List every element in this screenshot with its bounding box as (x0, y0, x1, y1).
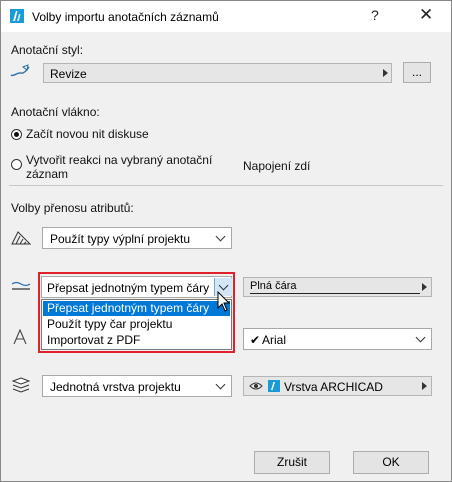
solid-line-preview (250, 293, 420, 294)
reply-thread-label-line2[interactable]: záznam (26, 167, 68, 181)
chevron-down-icon (218, 280, 229, 291)
play-arrow-icon (383, 69, 388, 77)
new-thread-label[interactable]: Začít novou nit diskuse (26, 127, 149, 141)
archicad-app-icon (10, 9, 24, 23)
title-bar: Volby importu anotačních záznamů ? ✕ (1, 1, 451, 32)
window-title: Volby importu anotačních záznamů (32, 10, 219, 24)
help-button[interactable]: ? (371, 7, 379, 23)
line-type-field-value: Plná čára (250, 280, 297, 292)
chevron-down-icon (215, 379, 226, 390)
play-arrow-icon (422, 382, 427, 390)
fill-type-select[interactable]: Použít typy výplní projektu (42, 227, 232, 249)
dropdown-option-override[interactable]: Přepsat jednotným typem čáry (43, 301, 230, 316)
line-type-select-value: Přepsat jednotným typem čáry (47, 281, 210, 295)
dialog-footer: Zrušit OK (1, 441, 451, 481)
annotation-style-label: Anotační styl: (11, 43, 84, 57)
radio-selected-dot (14, 132, 19, 137)
line-type-field[interactable]: Plná čára (243, 277, 432, 297)
wall-connection-label: Napojení zdí (243, 159, 311, 173)
dialog-window: Volby importu anotačních záznamů ? ✕ Ano… (0, 0, 452, 482)
layer-field-value: Vrstva ARCHICAD (284, 380, 383, 394)
layer-select[interactable]: Jednotná vrstva projektu (42, 375, 232, 397)
font-select[interactable]: ✔ Arial (243, 328, 432, 350)
annotation-style-more-button[interactable]: ... (403, 62, 431, 83)
cancel-button[interactable]: Zrušit (254, 451, 330, 474)
font-value: Arial (262, 333, 287, 347)
fill-type-value: Použít typy výplní projektu (50, 232, 191, 246)
annotation-style-value: Revize (50, 67, 87, 81)
dropdown-option-import-pdf[interactable]: Importovat z PDF (43, 333, 230, 348)
reply-thread-radio[interactable] (11, 159, 22, 170)
mouse-cursor-icon (217, 291, 231, 312)
line-type-icon (11, 281, 31, 290)
line-type-select[interactable]: Přepsat jednotným typem čáry (41, 276, 232, 298)
reply-thread-label-line1[interactable]: Vytvořit reakci na vybraný anotační (26, 153, 212, 167)
line-type-dropdown-list: Přepsat jednotným typem čáry Použít typy… (41, 299, 232, 350)
chevron-down-icon (415, 332, 426, 343)
fill-type-icon (11, 231, 32, 245)
annotation-style-field[interactable]: Revize (43, 63, 392, 83)
eye-icon (249, 382, 263, 390)
chevron-down-icon (215, 231, 226, 242)
section-divider (9, 185, 443, 186)
ok-button[interactable]: OK (353, 451, 429, 474)
text-font-icon (13, 329, 27, 345)
layer-field[interactable]: Vrstva ARCHICAD (243, 376, 432, 396)
layers-icon (11, 377, 31, 393)
pen-style-icon (10, 64, 30, 77)
archicad-layer-icon (268, 380, 280, 392)
play-arrow-icon (422, 283, 427, 291)
close-button[interactable]: ✕ (419, 5, 433, 25)
layer-select-value: Jednotná vrstva projektu (50, 380, 181, 394)
new-thread-radio[interactable] (11, 129, 22, 140)
annotation-thread-label: Anotační vlákno: (11, 105, 100, 119)
dropdown-option-project-lines[interactable]: Použít typy čar projektu (43, 317, 230, 332)
attribute-transfer-label: Volby přenosu atributů: (11, 201, 134, 215)
font-check-mark: ✔ (250, 333, 261, 347)
